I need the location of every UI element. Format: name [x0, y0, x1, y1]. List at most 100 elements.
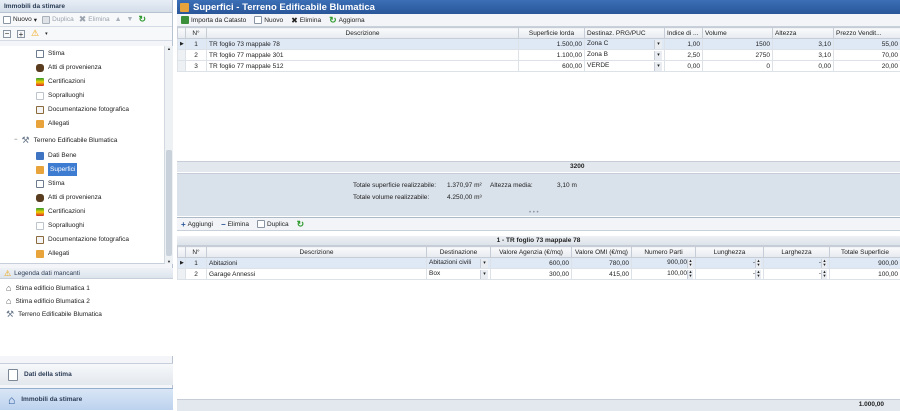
delete-surface-button[interactable]: ✖ Elimina: [291, 16, 321, 25]
dropdown-arrow-icon[interactable]: ▾: [654, 62, 662, 71]
import-catasto-button[interactable]: Importa da Catasto: [181, 16, 246, 24]
refresh-icon[interactable]: ↻: [138, 14, 146, 25]
spin-buttons[interactable]: ▲▼: [821, 259, 827, 268]
tree-item-stima-2[interactable]: Stima: [36, 177, 65, 190]
table-row[interactable]: ▶ 1 TR foglio 73 mappale 78 1.500,00 ▾Zo…: [178, 39, 900, 50]
table-row[interactable]: 2 TR foglio 77 mappale 301 1.100,00 ▾Zon…: [178, 50, 900, 61]
nav-immobili[interactable]: ⌂ Immobili da stimare: [0, 388, 173, 410]
stima-icon: [36, 50, 44, 58]
legend-item[interactable]: ⚒Terreno Edificabile Blumatica: [6, 308, 102, 320]
spin-buttons[interactable]: ▲▼: [755, 259, 761, 268]
tree-scrollbar-thumb[interactable]: [166, 150, 172, 256]
tree-item-foto[interactable]: Documentazione fotografica: [36, 103, 129, 116]
dati-bene-icon: [36, 152, 44, 160]
tree-item-foto-2[interactable]: Documentazione fotografica: [36, 233, 129, 246]
volume-total-bar: 3200: [177, 161, 900, 172]
new-document-icon: [3, 16, 11, 24]
move-down-icon[interactable]: ▼: [127, 16, 134, 23]
duplicate-button[interactable]: Duplica: [42, 16, 74, 24]
tree-scrollbar[interactable]: ▲ ▼: [164, 46, 173, 264]
tree-item-allegati-2[interactable]: Allegati: [36, 247, 69, 260]
collapse-all-icon[interactable]: −: [3, 30, 11, 38]
detail-total-bar: 1.000,00: [177, 399, 900, 411]
col-header-numero-parti[interactable]: Numero Parti: [632, 247, 696, 258]
legend-panel: ⚠ Legenda dati mancanti ⌂Stima edificio …: [0, 268, 173, 356]
col-header-destinazione[interactable]: Destinaz. PRG/PUC: [585, 28, 665, 39]
tree-toolbar: − + ⚠▾: [0, 27, 172, 41]
splitter-handle[interactable]: • • •: [529, 210, 539, 216]
dropdown-arrow-icon[interactable]: ▾: [480, 270, 488, 279]
warning-filter-icon[interactable]: ⚠: [31, 28, 39, 39]
refresh-icon[interactable]: ↻: [297, 219, 305, 230]
dropdown-arrow-icon[interactable]: ▾: [654, 40, 662, 49]
col-header-valore-omi[interactable]: Valore OMI (€/mq): [572, 247, 632, 258]
tree-item-sopralluoghi-2[interactable]: Sopralluoghi: [36, 219, 84, 232]
duplicate-detail-button[interactable]: Duplica: [257, 220, 289, 228]
col-header-valore-agenzia[interactable]: Valore Agenzia (€/mq): [491, 247, 572, 258]
refresh-button[interactable]: ↻ Aggiorna: [329, 15, 365, 26]
delete-button[interactable]: ✖ Elimina: [79, 14, 110, 25]
dropdown-arrow-icon[interactable]: ▾: [480, 259, 488, 268]
col-header-volume[interactable]: Volume: [703, 28, 773, 39]
document-icon: [8, 369, 18, 381]
tree-item-allegati[interactable]: Allegati: [36, 117, 69, 130]
col-header-descrizione[interactable]: Descrizione: [207, 247, 427, 258]
superfici-section: Importa da Catasto Nuovo ✖ Elimina ↻ Agg…: [177, 14, 900, 216]
plus-icon: +: [181, 220, 186, 229]
volume-total: 3200: [570, 163, 584, 170]
tree-item-superfici[interactable]: Superfici: [36, 163, 77, 176]
col-header-destinazione[interactable]: Destinazione: [427, 247, 491, 258]
col-header-descrizione[interactable]: Descrizione: [207, 28, 519, 39]
table-row[interactable]: 2 Garage Annessi ▾Box 300,00 415,00 ▲▼10…: [178, 269, 900, 280]
certificazioni-icon: [36, 208, 44, 216]
tree-collapse-icon[interactable]: −: [14, 134, 18, 147]
refresh-icon: ↻: [329, 15, 337, 26]
atti-icon: [36, 64, 44, 72]
group-title: 1 - TR foglio 73 mappale 78: [177, 236, 900, 246]
table-row[interactable]: 3 TR foglio 77 mappale 512 600,00 ▾VERDE…: [178, 61, 900, 72]
legend-item[interactable]: ⌂Stima edificio Blumatica 1: [6, 282, 90, 294]
scroll-up-arrow[interactable]: ▲: [165, 46, 173, 51]
foto-icon: [36, 236, 44, 244]
spin-buttons[interactable]: ▲▼: [755, 270, 761, 279]
spin-buttons[interactable]: ▲▼: [821, 270, 827, 279]
tree-item-dati-bene[interactable]: Dati Bene: [36, 149, 77, 162]
scroll-down-arrow[interactable]: ▼: [165, 259, 173, 264]
main-title-bar: Superfici - Terreno Edificabile Blumatic…: [177, 0, 900, 14]
spin-buttons[interactable]: ▲▼: [687, 270, 693, 279]
tree-item-atti[interactable]: Atti di provenienza: [36, 61, 101, 74]
col-header-totale[interactable]: Totale Superficie: [830, 247, 900, 258]
tree-item-certificazioni-2[interactable]: Certificazioni: [36, 205, 85, 218]
tree-item-terreno[interactable]: − ⚒Terreno Edificabile Blumatica: [14, 134, 117, 147]
col-header-lunghezza[interactable]: Lunghezza: [696, 247, 764, 258]
delete-detail-button[interactable]: − Elimina: [221, 220, 249, 229]
legend-title: ⚠ Legenda dati mancanti: [0, 268, 173, 279]
col-header-n[interactable]: N°: [186, 28, 207, 39]
add-button[interactable]: + Aggiungi: [181, 220, 213, 229]
house-icon: ⌂: [6, 283, 11, 293]
spin-buttons[interactable]: ▲▼: [687, 259, 693, 268]
tree-item-stima[interactable]: Stima: [36, 47, 65, 60]
col-header-n[interactable]: N°: [186, 247, 207, 258]
col-header-prezzo[interactable]: Prezzo Vendit...: [834, 28, 900, 39]
terreno-icon: ⚒: [22, 134, 30, 147]
nav-dati-stima[interactable]: Dati della stima: [0, 363, 173, 385]
tree-item-certificazioni[interactable]: Certificazioni: [36, 75, 85, 88]
totals-panel: Totale superficie realizzabile: 1.370,97…: [177, 173, 900, 216]
new-button[interactable]: Nuovo▾: [3, 16, 37, 24]
tree-item-atti-2[interactable]: Atti di provenienza: [36, 191, 101, 204]
dropdown-arrow-icon[interactable]: ▾: [654, 51, 662, 60]
new-surface-button[interactable]: Nuovo: [254, 16, 283, 24]
col-header-indice[interactable]: Indice di ...: [665, 28, 703, 39]
left-panel-title: Immobili da stimare: [0, 0, 172, 13]
move-up-icon[interactable]: ▲: [115, 16, 122, 23]
col-header-larghezza[interactable]: Larghezza: [764, 247, 830, 258]
superfici-icon: [180, 3, 189, 12]
tree-item-sopralluoghi[interactable]: Sopralluoghi: [36, 89, 84, 102]
allegati-icon: [36, 250, 44, 258]
expand-all-icon[interactable]: +: [17, 30, 25, 38]
col-header-superficie[interactable]: Superficie lorda: [519, 28, 585, 39]
table-row[interactable]: ▶ 1 Abitazioni ▾Abitazioni civili 600,00…: [178, 258, 900, 269]
legend-item[interactable]: ⌂Stima edificio Blumatica 2: [6, 295, 90, 307]
col-header-altezza[interactable]: Altezza: [773, 28, 834, 39]
